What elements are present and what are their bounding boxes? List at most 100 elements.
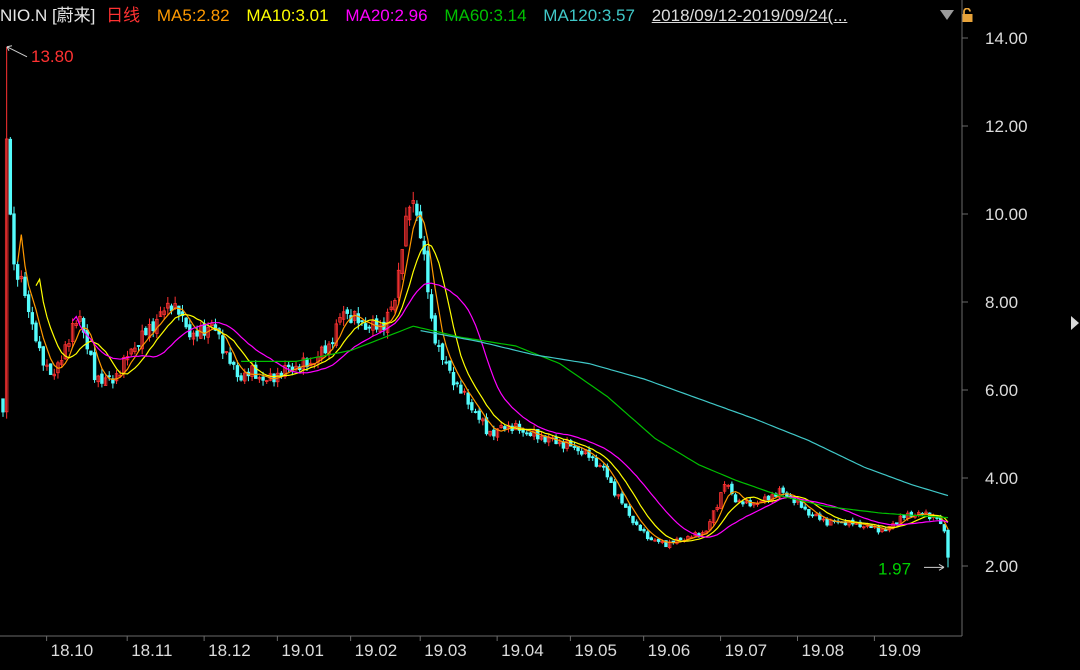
candle-body [627,506,632,516]
x-tick-label: 19.04 [501,641,544,660]
candle-body [470,402,474,411]
candle-body [741,501,745,505]
candle-body [356,313,360,324]
candle-body [30,312,35,325]
candle-body [15,264,20,280]
candle-body [261,376,265,381]
x-tick-label: 19.08 [801,641,844,660]
candle-body [41,346,45,366]
candle-body [528,432,533,437]
candle-body [100,373,104,384]
x-tick-label: 19.06 [648,641,691,660]
candle-body [638,524,643,531]
ma20-line [72,282,949,538]
candle-body [942,524,947,532]
candle-body [85,329,89,350]
candle-body [620,493,624,504]
x-tick-label: 18.10 [51,641,94,660]
candle-body [232,361,236,365]
candle-body [330,342,335,345]
candle-body [345,309,350,314]
ma120-line [420,330,949,497]
candle-body [26,294,31,313]
candle-body [612,481,617,496]
candle-body [433,315,437,344]
candle-body [902,514,906,519]
candle-body [440,343,445,360]
candle-body [895,522,899,525]
y-tick-label: 10.00 [985,205,1028,224]
candle-body [473,411,478,413]
candle-body [1,398,5,413]
candle-body [554,437,558,445]
candle-body [935,517,939,519]
y-tick-label: 2.00 [985,557,1018,576]
candle-body [195,330,199,337]
candle-body [12,213,16,265]
candle-body [144,327,148,336]
candle-body [363,323,368,330]
x-tick-label: 19.01 [281,641,324,660]
candle-body [807,508,811,516]
candle-body [594,457,599,467]
candle-body [591,456,595,459]
x-tick-label: 18.11 [131,641,172,660]
candle-body [235,365,240,378]
candle-body [448,360,452,371]
candle-body [525,432,529,435]
y-tick-label: 14.00 [985,29,1028,48]
candle-body [601,465,606,468]
candle-body [884,529,888,532]
candle-body [580,450,584,455]
candle-body [521,429,525,433]
candle-body [323,345,328,354]
y-tick-label: 4.00 [985,469,1018,488]
candle-body [429,294,434,319]
candlestick-chart[interactable]: NIO.N [蔚来] 日线 MA5:2.82 MA10:3.01 MA20:2.… [0,0,1080,670]
candle-body [48,363,53,375]
candle-body [136,345,141,347]
candle-body [766,495,771,501]
price-plot: 14.00 12.00 10.00 8.00 6.00 4.00 2.00 18.10 18.1… [0,0,1028,660]
candle-body [92,352,97,381]
candle-body [367,326,371,329]
candle-body [649,537,654,541]
candle-body [642,529,646,532]
candle-body [492,429,496,437]
low-price-label: 1.97 [878,559,911,578]
candle-body [803,506,807,510]
candle-body [678,537,683,541]
candle-body [89,350,93,355]
ma5-line [17,214,949,544]
candle-body [459,384,463,394]
candle-body [360,320,364,323]
candle-body [221,335,225,354]
x-tick-label: 18.12 [208,641,251,660]
candle-body [946,529,950,558]
candle-body [228,352,232,364]
candle-body [437,345,441,347]
candle-body [272,373,276,383]
candle-body [286,364,291,368]
candle-body [623,503,628,508]
x-tick-label: 19.02 [355,641,398,660]
y-tick-label: 8.00 [985,293,1018,312]
candle-body [477,410,481,420]
candle-body [451,372,456,386]
candle-body [177,305,181,315]
candle-body [609,477,613,484]
candle-body [426,250,430,293]
candle-body [645,531,650,540]
candle-body [415,203,419,216]
candle-body [151,321,155,332]
candle-body [34,322,38,342]
high-price-label: 13.80 [31,47,74,66]
high-marker-arrow [6,45,28,58]
candle-body [239,375,243,381]
x-tick-label: 19.05 [574,641,617,660]
candle-body [825,518,829,526]
candle-body [184,317,188,328]
x-tick-label: 19.07 [725,641,768,660]
candle-body [455,382,459,385]
candle-body [37,341,42,349]
